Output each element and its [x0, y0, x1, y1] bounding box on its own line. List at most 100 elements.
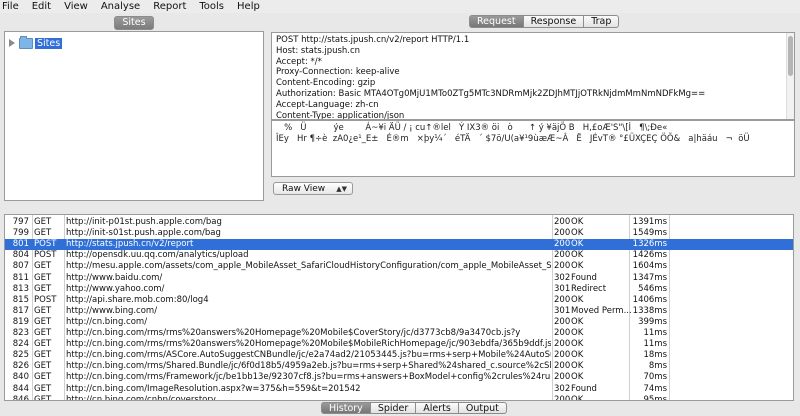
- history-id-cell: 804: [12, 250, 29, 261]
- history-url-cell: http://stats.jpush.cn/v2/report: [66, 239, 194, 250]
- history-method-cell: GET: [34, 383, 52, 394]
- history-reason-cell: OK: [571, 250, 584, 261]
- request-header-scrollbar[interactable]: [786, 33, 794, 119]
- history-code-cell: 200: [554, 372, 571, 383]
- history-reason-cell: OK: [571, 316, 584, 327]
- menu-view[interactable]: View: [58, 0, 95, 13]
- history-method-cell: GET: [34, 350, 52, 361]
- request-body-text[interactable]: % Ü ýe Á~¥i ÄÜ / ¡ cu↑®lel Ý IX3® öi ò ↑…: [272, 121, 794, 146]
- history-id-cell: 815: [12, 294, 29, 305]
- table-row[interactable]: 797 GET http://init-p01st.push.apple.com/b…: [5, 217, 793, 228]
- history-reason-cell: Found: [571, 272, 597, 283]
- request-header-line: Accept-Language: zh-cn: [276, 99, 379, 110]
- menu-tools[interactable]: Tools: [193, 0, 231, 13]
- tab-alerts[interactable]: Alerts: [415, 402, 459, 414]
- history-code-cell: 200: [554, 261, 571, 272]
- table-row[interactable]: 824 GET http://cn.bing.com/rms/rms%20answe…: [5, 339, 793, 350]
- table-row[interactable]: 819 GET http://cn.bing.com/200 OK 399ms: [5, 317, 793, 328]
- scroll-thumb[interactable]: [788, 36, 793, 76]
- request-body-line: % Ü ýe Á~¥i ÄÜ / ¡ cu↑®lel Ý IX3® öi ò ↑…: [276, 123, 668, 133]
- history-code-cell: 200: [554, 350, 571, 361]
- tab-history[interactable]: History: [321, 402, 371, 414]
- history-reason-cell: Redirect: [571, 283, 607, 294]
- history-reason-cell: OK: [571, 328, 584, 338]
- menu-edit[interactable]: Edit: [26, 0, 58, 13]
- table-row[interactable]: 826 GET http://cn.bing.com/rms/Shared.Bund…: [5, 361, 793, 372]
- tab-response[interactable]: Response: [522, 15, 585, 28]
- history-time-cell: 1426ms: [632, 250, 667, 261]
- history-reason-cell: OK: [571, 350, 584, 361]
- history-method-cell: GET: [34, 261, 52, 272]
- tab-spider[interactable]: Spider: [369, 402, 417, 414]
- menu-analyse[interactable]: Analyse: [95, 0, 147, 13]
- expand-arrow-icon[interactable]: [9, 39, 15, 47]
- history-id-cell: 840: [12, 372, 29, 383]
- history-code-cell: 200: [554, 328, 571, 338]
- menu-file[interactable]: File: [0, 0, 26, 13]
- request-header-line: Authorization: Basic MTA4OTg0MjU1MTo0ZTg…: [276, 88, 706, 99]
- history-url-cell: http://cn.bing.com/rms/rms%20answers%20H…: [66, 339, 551, 350]
- request-header-line: Content-Type: application/json: [276, 110, 405, 120]
- table-row[interactable]: 811 GET http://www.baidu.com/302 Found 1347m…: [5, 273, 793, 284]
- request-header-text[interactable]: POST http://stats.jpush.cn/v2/report HTT…: [272, 33, 794, 120]
- history-code-cell: 200: [554, 361, 571, 372]
- table-row[interactable]: 823 GET http://cn.bing.com/rms/rms%20answe…: [5, 328, 793, 339]
- request-body-line: ÎEy Hr ¶÷è zA0¿e¹_E± É®m ×þy¼´ éTÄ ´ $7ö…: [276, 133, 750, 144]
- history-code-cell: 200: [554, 316, 571, 327]
- history-time-cell: 1326ms: [632, 239, 667, 250]
- history-reason-cell: Moved Perm...: [571, 305, 631, 316]
- table-row[interactable]: 815 POST http://api.share.mob.com:80/log4 2…: [5, 295, 793, 306]
- request-header-pane[interactable]: POST http://stats.jpush.cn/v2/report HTT…: [271, 32, 795, 120]
- history-url-cell: http://cn.bing.com/rms/rms%20answers%20H…: [66, 328, 521, 338]
- history-reason-cell: Found: [571, 383, 597, 394]
- table-row[interactable]: 804 POST http://opensdk.uu.qq.com/analytic…: [5, 250, 793, 261]
- tab-output[interactable]: Output: [457, 402, 507, 414]
- table-row[interactable]: 846 GET http://cn.bing.com/cnhp/coverstory…: [5, 394, 793, 401]
- table-row[interactable]: 799 GET http://init-s01st.push.apple.com/b…: [5, 228, 793, 239]
- request-body-pane[interactable]: % Ü ýe Á~¥i ÄÜ / ¡ cu↑®lel Ý IX3® öi ò ↑…: [271, 120, 795, 177]
- history-reason-cell: OK: [571, 239, 584, 250]
- menu-report[interactable]: Report: [147, 0, 193, 13]
- request-header-line: Accept: */*: [276, 56, 322, 67]
- history-url-cell: http://cn.bing.com/rms/Shared.Bundle/jc/…: [66, 361, 551, 372]
- history-reason-cell: OK: [571, 339, 584, 350]
- history-reason-cell: OK: [571, 394, 584, 401]
- sites-tree: Sites: [4, 31, 264, 201]
- history-method-cell: GET: [34, 372, 52, 383]
- history-time-cell: 1391ms: [632, 217, 667, 227]
- sites-tab[interactable]: Sites: [114, 16, 154, 30]
- history-method-cell: GET: [34, 316, 52, 327]
- sites-root-node[interactable]: Sites: [9, 35, 63, 49]
- table-row[interactable]: 807 GET http://mesu.apple.com/assets/com_a…: [5, 261, 793, 272]
- history-time-cell: 18ms: [643, 350, 667, 361]
- bottom-tabs: History Spider Alerts Output: [321, 402, 507, 414]
- sites-root-label[interactable]: Sites: [35, 37, 63, 49]
- table-row[interactable]: 844 GET http://cn.bing.com/ImageResolution…: [5, 384, 793, 395]
- history-code-cell: 200: [554, 294, 571, 305]
- menu-help[interactable]: Help: [231, 0, 267, 13]
- history-code-cell: 200: [554, 228, 571, 239]
- view-mode-select[interactable]: Raw View ▲▼: [273, 182, 353, 195]
- table-row[interactable]: 817 GET http://www.bing.com/301 Moved Perm.…: [5, 306, 793, 317]
- history-id-cell: 813: [12, 283, 29, 294]
- history-id-cell: 799: [12, 228, 29, 239]
- table-row[interactable]: 801 POST http://stats.jpush.cn/v2/report 20…: [5, 239, 793, 251]
- history-method-cell: POST: [34, 294, 57, 305]
- history-url-cell: http://www.bing.com/: [66, 305, 158, 316]
- history-reason-cell: OK: [571, 228, 584, 239]
- history-method-cell: GET: [34, 217, 52, 227]
- tab-request[interactable]: Request: [469, 15, 524, 28]
- history-url-cell: http://mesu.apple.com/assets/com_apple_M…: [66, 261, 551, 272]
- table-row[interactable]: 825 GET http://cn.bing.com/rms/ASCore.Auto…: [5, 350, 793, 361]
- request-header-line: Host: stats.jpush.cn: [276, 45, 361, 56]
- history-url-cell: http://www.yahoo.com/: [66, 283, 165, 294]
- history-reason-cell: OK: [571, 261, 584, 272]
- tab-trap[interactable]: Trap: [583, 15, 620, 28]
- table-row[interactable]: 840 GET http://cn.bing.com/rms/Framework/j…: [5, 372, 793, 383]
- history-url-cell: http://cn.bing.com/rms/Framework/jc/be1b…: [66, 372, 551, 383]
- history-code-cell: 301: [554, 283, 571, 294]
- request-header-line: Content-Encoding: gzip: [276, 78, 376, 89]
- chevron-updown-icon: ▲▼: [336, 185, 347, 193]
- table-row[interactable]: 813 GET http://www.yahoo.com/301 Redirect 54…: [5, 284, 793, 295]
- history-reason-cell: OK: [571, 361, 584, 372]
